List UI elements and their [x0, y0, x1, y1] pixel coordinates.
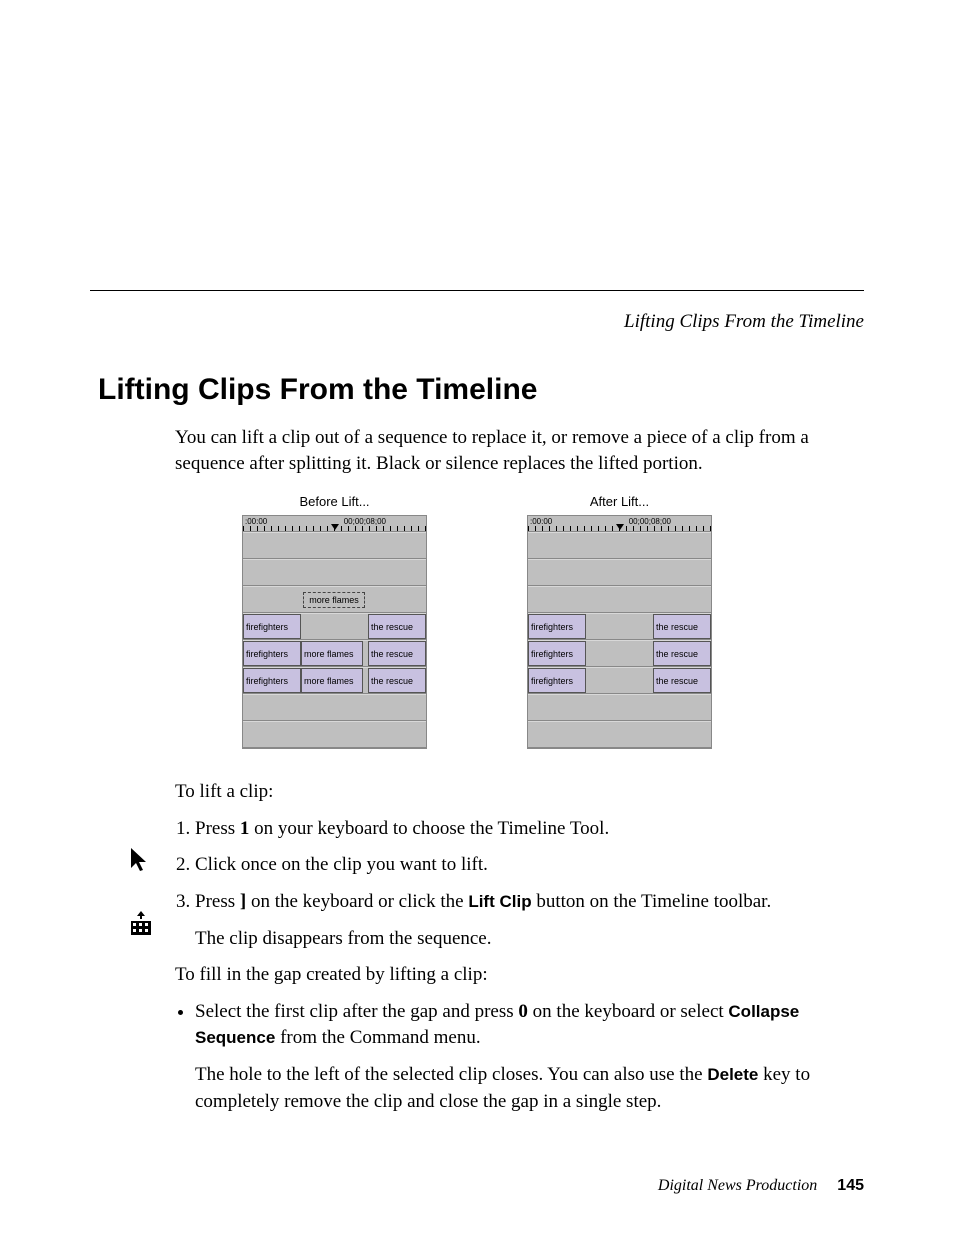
step-3-text-a: Press [195, 891, 240, 912]
ruler: :00:00 00;00;08;00 [243, 516, 426, 532]
timecode-left: :00:00 [530, 517, 552, 526]
step-2: Click once on the clip you want to lift. [195, 852, 834, 879]
footer-book-title: Digital News Production [658, 1177, 817, 1194]
instructions: To lift a clip: Press 1 on your keyboard… [175, 779, 834, 1115]
fill-gap-intro: To fill in the gap created by lifting a … [175, 962, 834, 989]
figure-after: After Lift... :00:00 00;00;08;00 firefig… [527, 494, 712, 749]
running-header: Lifting Clips From the Timeline [90, 311, 864, 333]
step-3-text-c: button on the Timeline toolbar. [532, 891, 772, 912]
steps-list: Press 1 on your keyboard to choose the T… [195, 816, 834, 916]
bullet-1-c: from the Command menu. [275, 1027, 480, 1048]
timeline-after: :00:00 00;00;08;00 firefighters the resc… [527, 515, 712, 749]
track-row: firefighters more flames the rescue [243, 667, 426, 694]
cursor-icon [128, 846, 150, 874]
clip-firefighters: firefighters [243, 641, 301, 666]
timecode-right: 00;00;08;00 [344, 517, 386, 526]
key-0: 0 [518, 1001, 528, 1022]
selected-clip: more flames [303, 592, 365, 608]
clip-rescue: the rescue [368, 668, 426, 693]
track-empty [528, 559, 711, 586]
playhead-icon [616, 524, 624, 530]
track-row: firefighters the rescue [528, 667, 711, 694]
clip-firefighters: firefighters [528, 668, 586, 693]
to-lift-intro: To lift a clip: [175, 779, 834, 806]
step-1: Press 1 on your keyboard to choose the T… [195, 816, 834, 843]
clip-rescue: the rescue [368, 614, 426, 639]
lift-clip-button-label: Lift Clip [468, 892, 531, 911]
figure-before: Before Lift... :00:00 00;00;08;00 more f… [242, 494, 427, 749]
step-3: Press ] on the keyboard or click the Lif… [195, 889, 834, 916]
track-empty [243, 694, 426, 721]
track-empty [528, 694, 711, 721]
timecode-left: :00:00 [245, 517, 267, 526]
bullet-1-a: Select the first clip after the gap and … [195, 1001, 518, 1022]
track-row: firefighters more flames the rescue [243, 640, 426, 667]
timecode-right: 00;00;08;00 [629, 517, 671, 526]
track-row: firefighters the rescue [528, 640, 711, 667]
header-rule [90, 290, 864, 291]
clip-firefighters: firefighters [243, 668, 301, 693]
timeline-before: :00:00 00;00;08;00 more flames firefight… [242, 515, 427, 749]
intro-paragraph: You can lift a clip out of a sequence to… [175, 425, 834, 476]
track-empty [528, 721, 711, 748]
bullet-1-b: on the keyboard or select [528, 1001, 728, 1022]
clip-firefighters: firefighters [528, 641, 586, 666]
clip-rescue: the rescue [653, 668, 711, 693]
lift-clip-icon [128, 910, 154, 938]
clip-firefighters: firefighters [528, 614, 586, 639]
before-caption: Before Lift... [299, 494, 369, 509]
figures-row: Before Lift... :00:00 00;00;08;00 more f… [90, 494, 864, 749]
clip-rescue: the rescue [653, 641, 711, 666]
track-empty [528, 532, 711, 559]
footer: Digital News Production 145 [658, 1177, 864, 1195]
step-1-text-b: on your keyboard to choose the Timeline … [249, 818, 609, 839]
clip-rescue: the rescue [368, 641, 426, 666]
track-empty [528, 586, 711, 613]
step-1-text-a: Press [195, 818, 240, 839]
clip-rescue: the rescue [653, 614, 711, 639]
track-row: firefighters the rescue [243, 613, 426, 640]
section-title: Lifting Clips From the Timeline [98, 373, 864, 407]
clip-firefighters: firefighters [243, 614, 301, 639]
footer-page-number: 145 [837, 1177, 864, 1194]
playhead-icon [331, 524, 339, 530]
track-row: firefighters the rescue [528, 613, 711, 640]
clip-moreflames: more flames [301, 668, 363, 693]
step-3-result: The clip disappears from the sequence. [195, 926, 834, 953]
delete-key-label: Delete [707, 1065, 758, 1084]
bullet-1-note: The hole to the left of the selected cli… [195, 1062, 834, 1115]
step-3-text-b: on the keyboard or click the [246, 891, 468, 912]
bullet-1: Select the first clip after the gap and … [195, 999, 834, 1115]
after-caption: After Lift... [590, 494, 649, 509]
track-empty [243, 559, 426, 586]
clip-moreflames: more flames [301, 641, 363, 666]
bullet-note-a: The hole to the left of the selected cli… [195, 1064, 707, 1085]
key-1: 1 [240, 818, 250, 839]
track-selected-row: more flames [243, 586, 426, 613]
track-empty [243, 532, 426, 559]
ruler: :00:00 00;00;08;00 [528, 516, 711, 532]
track-empty [243, 721, 426, 748]
bullet-list: Select the first clip after the gap and … [195, 999, 834, 1115]
